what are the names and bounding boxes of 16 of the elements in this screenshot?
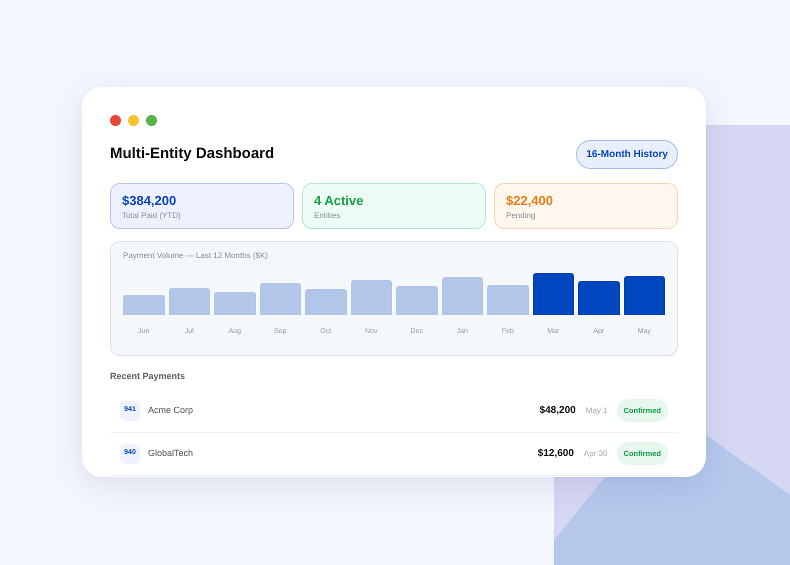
chart-title: Payment Volume — Last 12 Months ($K): [123, 250, 269, 262]
payment-amount: $12,600: [538, 447, 574, 461]
stat-value: $22,400: [506, 193, 554, 209]
payment-date: May 1: [586, 404, 608, 416]
dashboard-title: Multi-Entity Dashboard: [110, 144, 274, 164]
entity-name: GlobalTech: [148, 446, 194, 460]
stat-label: Total Paid (YTD): [122, 210, 182, 222]
stat-label: Entities: [314, 210, 342, 222]
payment-date: Apr 30: [584, 448, 608, 460]
payment-amount: $48,200: [540, 404, 576, 418]
stat-value: 4 Active: [314, 193, 364, 209]
section-title: Recent Payments: [110, 370, 186, 383]
history-badge: 16-Month History: [576, 140, 678, 169]
entity-name: Acme Corp: [148, 404, 194, 417]
stat-label: Pending: [506, 210, 536, 222]
stat-value: $384,200: [122, 193, 178, 209]
